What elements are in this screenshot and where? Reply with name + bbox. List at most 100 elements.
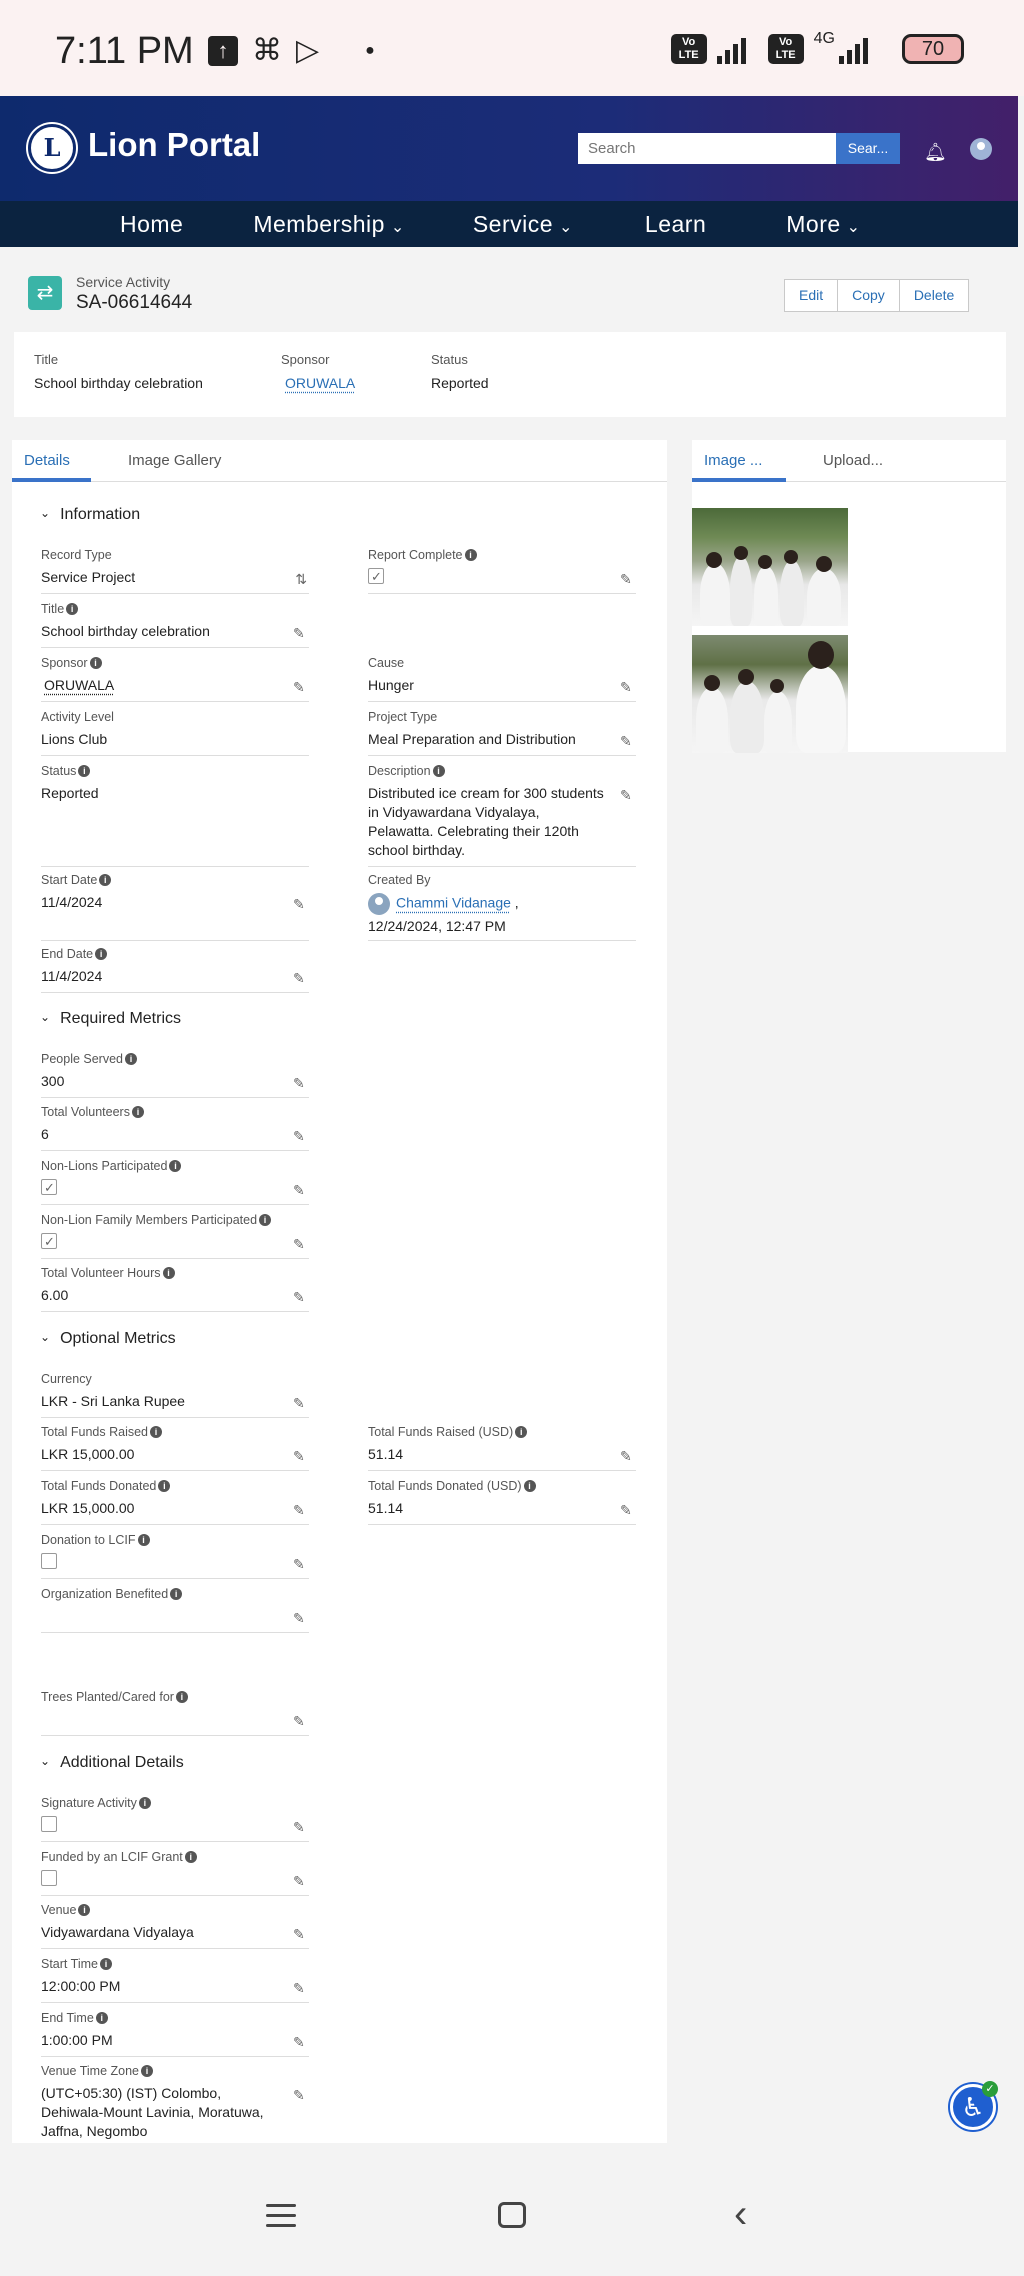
home-icon[interactable] <box>498 2202 526 2228</box>
field-end-time: End Time i 1:00:00 PM ✎ <box>41 2011 309 2057</box>
section-additional-details[interactable]: ⌄ Additional Details <box>40 1754 184 1772</box>
pencil-icon[interactable]: ✎ <box>293 1449 307 1463</box>
gallery-image-1[interactable] <box>692 508 848 626</box>
field-cause: Cause Hunger ✎ <box>368 656 636 702</box>
info-icon[interactable]: i <box>169 1160 182 1172</box>
pencil-icon[interactable]: ✎ <box>293 897 307 911</box>
tab-image[interactable]: Image ... <box>704 452 762 469</box>
pencil-icon[interactable]: ✎ <box>293 1874 307 1888</box>
copy-button[interactable]: Copy <box>838 279 900 312</box>
info-icon[interactable]: i <box>184 1851 197 1863</box>
lions-logo-icon[interactable]: L <box>28 124 76 172</box>
info-icon[interactable]: i <box>170 1588 183 1600</box>
pencil-icon[interactable]: ✎ <box>293 1237 307 1251</box>
sponsor-field-link[interactable]: ORUWALA <box>41 676 144 695</box>
info-icon[interactable]: i <box>138 1797 151 1809</box>
field-sponsor: Sponsor i ORUWALA ✎ <box>41 656 309 702</box>
nav-home[interactable]: Home <box>120 201 183 247</box>
pencil-icon[interactable]: ✎ <box>620 734 634 748</box>
pencil-icon[interactable]: ✎ <box>293 1927 307 1941</box>
pencil-icon[interactable]: ✎ <box>620 788 634 802</box>
info-icon[interactable]: i <box>175 1691 188 1703</box>
info-icon[interactable]: i <box>158 1480 171 1492</box>
info-icon[interactable]: i <box>137 1534 150 1546</box>
info-icon[interactable]: i <box>125 1053 138 1065</box>
field-venue-time-zone: Venue Time Zone i (UTC+05:30) (IST) Colom… <box>41 2064 309 2143</box>
pencil-icon[interactable]: ✎ <box>293 1820 307 1834</box>
info-icon[interactable]: i <box>66 603 79 615</box>
pencil-icon[interactable]: ✎ <box>293 1129 307 1143</box>
service-activity-icon: ⇄ <box>28 276 62 310</box>
upload-notification-icon: ↑ <box>208 36 238 66</box>
info-icon[interactable]: i <box>78 1904 91 1916</box>
pencil-icon[interactable]: ✎ <box>293 1183 307 1197</box>
info-icon[interactable]: i <box>432 765 445 777</box>
info-icon[interactable]: i <box>89 657 102 669</box>
pencil-icon[interactable]: ✎ <box>293 1981 307 1995</box>
info-icon[interactable]: i <box>78 765 91 777</box>
non-lion-family-checkbox <box>41 1232 57 1251</box>
section-required-metrics[interactable]: ⌄ Required Metrics <box>40 1010 181 1028</box>
info-icon[interactable]: i <box>515 1426 528 1438</box>
tab-details[interactable]: Details <box>24 452 70 469</box>
info-icon[interactable]: i <box>99 874 112 886</box>
back-icon[interactable]: ‹ <box>734 2194 747 2234</box>
info-icon[interactable]: i <box>523 1480 536 1492</box>
pencil-icon[interactable]: ✎ <box>620 680 634 694</box>
nav-more[interactable]: More ⌄ <box>786 201 860 247</box>
pencil-icon[interactable]: ✎ <box>293 1503 307 1517</box>
info-icon[interactable]: i <box>95 2012 108 2024</box>
search-input[interactable] <box>578 133 838 164</box>
pencil-icon[interactable]: ✎ <box>293 2035 307 2049</box>
chevron-down-icon: ⌄ <box>846 219 861 236</box>
info-icon[interactable]: i <box>464 549 477 561</box>
pencil-icon[interactable]: ✎ <box>293 1290 307 1304</box>
pencil-icon[interactable]: ✎ <box>620 1503 634 1517</box>
field-non-lion-family: Non-Lion Family Members Participatedi ✎ <box>41 1213 309 1259</box>
field-activity-level: Activity Level Lions Club <box>41 710 309 756</box>
info-icon[interactable]: i <box>162 1267 175 1279</box>
user-avatar-icon[interactable] <box>970 138 992 160</box>
bell-icon[interactable]: 🔔︎ <box>924 142 947 163</box>
change-record-type-icon[interactable]: ⇅ <box>295 571 307 588</box>
pencil-icon[interactable]: ✎ <box>293 1714 307 1728</box>
sponsor-link[interactable]: ORUWALA <box>281 375 355 391</box>
pencil-icon[interactable]: ✎ <box>620 1449 634 1463</box>
info-icon[interactable]: i <box>259 1214 272 1226</box>
non-lions-checkbox <box>41 1178 57 1197</box>
chevron-down-icon: ⌄ <box>390 219 405 236</box>
pencil-icon[interactable]: ✎ <box>293 971 307 985</box>
pencil-icon[interactable]: ✎ <box>293 680 307 694</box>
nav-membership[interactable]: Membership ⌄ <box>253 201 404 247</box>
field-project-type: Project Type Meal Preparation and Distri… <box>368 710 636 756</box>
recent-apps-icon[interactable] <box>266 2204 296 2234</box>
highlights-panel: Title School birthday celebration Sponso… <box>14 332 1006 417</box>
info-icon[interactable]: i <box>95 948 108 960</box>
tab-image-gallery[interactable]: Image Gallery <box>128 452 221 469</box>
pencil-icon[interactable]: ✎ <box>293 626 307 640</box>
search-button[interactable]: Sear... <box>836 133 900 164</box>
pencil-icon[interactable]: ✎ <box>293 1076 307 1090</box>
details-card: Details Image Gallery ⌄ Information Recor… <box>12 440 667 2143</box>
info-icon[interactable]: i <box>140 2065 153 2077</box>
pencil-icon[interactable]: ✎ <box>293 1396 307 1410</box>
tab-upload[interactable]: Upload... <box>823 452 883 469</box>
info-icon[interactable]: i <box>150 1426 163 1438</box>
info-icon[interactable]: i <box>131 1106 144 1118</box>
chevron-down-icon: ⌄ <box>40 1330 51 1344</box>
delete-button[interactable]: Delete <box>899 279 970 312</box>
edit-button[interactable]: Edit <box>784 279 839 312</box>
section-optional-metrics[interactable]: ⌄ Optional Metrics <box>40 1330 176 1348</box>
pencil-icon[interactable]: ✎ <box>620 572 634 586</box>
field-organization-benefited: Organization Benefited i ✎ <box>41 1587 309 1633</box>
pencil-icon[interactable]: ✎ <box>293 1557 307 1571</box>
pencil-icon[interactable]: ✎ <box>293 2088 307 2102</box>
created-by-link[interactable]: Chammi Vidanage <box>396 895 511 911</box>
info-icon[interactable]: i <box>99 1958 112 1970</box>
nav-service[interactable]: Service ⌄ <box>473 201 573 247</box>
section-information[interactable]: ⌄ Information <box>40 506 140 524</box>
nav-learn[interactable]: Learn <box>645 201 706 247</box>
brand-title[interactable]: Lion Portal <box>88 126 260 164</box>
pencil-icon[interactable]: ✎ <box>293 1611 307 1625</box>
gallery-image-2[interactable] <box>692 635 848 753</box>
